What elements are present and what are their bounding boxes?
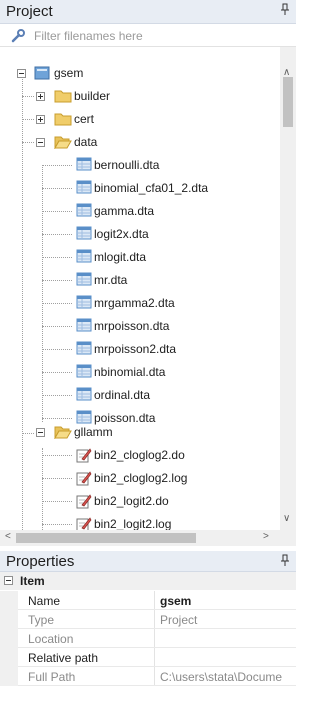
dta-file-icon [76, 249, 92, 266]
property-row-type[interactable]: Type Project [0, 610, 296, 629]
scroll-right-icon[interactable]: > [263, 531, 269, 542]
property-row-full-path[interactable]: Full Path C:\users\stata\Docume [0, 667, 296, 686]
vertical-scroll-thumb[interactable] [283, 77, 293, 127]
property-name: Location [28, 632, 74, 646]
folder-icon [54, 88, 72, 106]
scroll-down-icon[interactable]: ∨ [283, 513, 290, 524]
filter-bar[interactable]: Filter filenames here [0, 25, 296, 47]
folder-icon [54, 111, 72, 129]
dta-file-icon [76, 341, 92, 358]
tree-file-label: mrpoisson2.dta [94, 342, 177, 356]
property-row-relative-path[interactable]: Relative path [0, 648, 296, 667]
scroll-left-icon[interactable]: < [5, 531, 11, 542]
tree-file-label: ordinal.dta [94, 388, 151, 402]
do-file-icon [76, 493, 92, 512]
tree-file-label: bin2_cloglog2.log [94, 471, 188, 485]
project-icon [34, 65, 50, 84]
dta-file-icon [76, 295, 92, 312]
project-tree: gsem builder cert data bernoulli.dta bino… [0, 47, 296, 530]
tree-file-label: bin2_logit2.log [94, 517, 172, 530]
dta-file-icon [76, 272, 92, 289]
dta-file-icon [76, 387, 92, 404]
tree-label-cert: cert [74, 112, 95, 126]
tree-file-label: logit2x.dta [94, 227, 149, 241]
tree-label-gllamm: gllamm [74, 425, 113, 439]
tree-file-label: mrpoisson.dta [94, 319, 170, 333]
tree-label-data: data [74, 135, 98, 149]
property-name: Name [28, 594, 61, 608]
tree-file-label: gamma.dta [94, 204, 155, 218]
property-name: Type [28, 613, 55, 627]
property-row-location[interactable]: Location [0, 629, 296, 648]
collapse-data-icon[interactable] [36, 138, 45, 147]
property-name: Full Path [28, 670, 76, 684]
tree-vertical-scrollbar[interactable]: ∧ ∨ [280, 47, 296, 530]
tree-label-builder: builder [74, 89, 111, 103]
expand-cert-icon[interactable] [36, 115, 45, 124]
collapse-root-icon[interactable] [17, 69, 26, 78]
dta-file-icon [76, 203, 92, 220]
tree-file-label: bin2_cloglog2.do [94, 448, 185, 462]
pin-icon[interactable] [280, 554, 290, 568]
do-file-icon [76, 470, 92, 489]
collapse-gllamm-icon[interactable] [36, 428, 45, 437]
expand-builder-icon[interactable] [36, 92, 45, 101]
tree-file-label: binomial_cfa01_2.dta [94, 181, 209, 195]
tree-horizontal-scrollbar[interactable]: < > [0, 530, 296, 546]
horizontal-scroll-thumb[interactable] [16, 533, 196, 543]
dta-file-icon [76, 364, 92, 381]
dta-file-icon [76, 157, 92, 174]
filter-input[interactable]: Filter filenames here [34, 29, 143, 43]
property-row-name[interactable]: Name gsem [0, 591, 296, 610]
tree-file-label: poisson.dta [94, 411, 156, 425]
property-value[interactable]: gsem [160, 594, 191, 608]
property-value[interactable]: Project [160, 613, 197, 627]
do-file-icon [76, 447, 92, 466]
tree-file-label: mr.dta [94, 273, 128, 287]
tree-label-root: gsem [54, 66, 84, 80]
project-panel-title: Project [6, 3, 53, 20]
collapse-category-icon[interactable] [4, 576, 13, 585]
property-name: Relative path [28, 651, 99, 665]
properties-panel-header: Properties [0, 551, 296, 572]
wrench-icon[interactable] [10, 29, 26, 46]
dta-file-icon [76, 318, 92, 335]
tree-file-label: bernoulli.dta [94, 158, 160, 172]
tree-file-label: mlogit.dta [94, 250, 147, 264]
open-folder-icon [54, 134, 72, 152]
dta-file-icon [76, 180, 92, 197]
open-folder-icon [54, 424, 72, 442]
tree-file-label: nbinomial.dta [94, 365, 166, 379]
tree-file-label: bin2_logit2.do [94, 494, 169, 508]
property-value[interactable]: C:\users\stata\Docume [160, 670, 282, 684]
properties-panel-title: Properties [6, 553, 75, 570]
dta-file-icon [76, 226, 92, 243]
tree-file-label: mrgamma2.dta [94, 296, 175, 310]
property-category-title: Item [20, 574, 45, 588]
pin-icon[interactable] [280, 3, 290, 17]
project-panel-header: Project [0, 0, 296, 24]
properties-grid: Item Name gsem Type Project Location Rel… [0, 572, 296, 708]
do-file-icon [76, 516, 92, 530]
property-category[interactable]: Item [0, 572, 296, 590]
